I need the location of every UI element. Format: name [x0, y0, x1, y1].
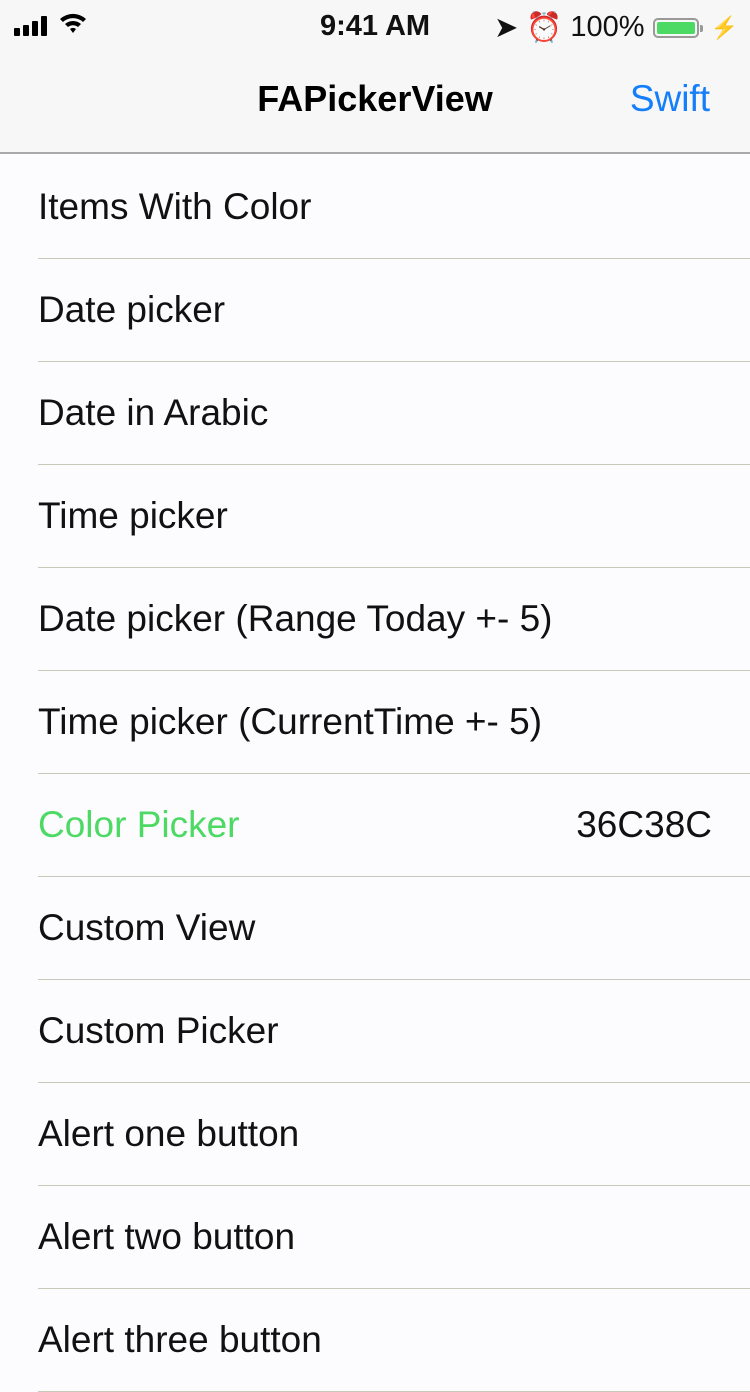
- list-item-label: Items With Color: [38, 186, 312, 227]
- list-item-label: Time picker: [38, 495, 228, 536]
- list-item-label: Alert two button: [38, 1216, 296, 1257]
- list-item[interactable]: Time picker: [38, 465, 750, 568]
- list-item[interactable]: Custom View: [38, 877, 750, 980]
- list-item[interactable]: Date picker (Range Today +- 5): [38, 568, 750, 671]
- picker-list: Items With Color Date picker Date in Arabi…: [0, 156, 750, 1392]
- list-item[interactable]: Alert one button: [38, 1083, 750, 1186]
- list-item-value: 36C38C: [576, 804, 712, 845]
- battery-percent: 100%: [570, 11, 645, 43]
- list-item[interactable]: Date in Arabic: [38, 362, 750, 465]
- list-item[interactable]: Alert two button: [38, 1186, 750, 1289]
- list-item-label: Date picker: [38, 289, 226, 330]
- battery-icon: [652, 17, 703, 38]
- location-icon: ➤: [494, 12, 519, 44]
- status-bar: 9:41 AM ➤ ⏰ 100% ⚡: [0, 0, 750, 50]
- navigation-bar: 9:41 AM ➤ ⏰ 100% ⚡ FAPickerView Swift: [0, 0, 750, 154]
- list-item[interactable]: Custom Picker: [38, 980, 750, 1083]
- list-item-label: Date in Arabic: [38, 392, 269, 433]
- list-item-label: Custom Picker: [38, 1010, 279, 1051]
- list-item-label: Date picker (Range Today +- 5): [38, 598, 553, 639]
- list-item-label: Color Picker: [38, 804, 240, 845]
- charging-icon: ⚡: [710, 14, 738, 40]
- list-item[interactable]: Date picker: [38, 259, 750, 362]
- list-item[interactable]: Color Picker 36C38C: [38, 774, 750, 877]
- alarm-icon: ⏰: [526, 11, 563, 44]
- list-item[interactable]: Alert three button: [38, 1289, 750, 1392]
- list-item-label: Custom View: [38, 907, 256, 948]
- list-item-label: Time picker (CurrentTime +- 5): [38, 701, 543, 742]
- list-item-label: Alert three button: [38, 1319, 322, 1360]
- list-item[interactable]: Items With Color: [38, 156, 750, 259]
- swift-button[interactable]: Swift: [630, 78, 710, 120]
- list-item[interactable]: Time picker (CurrentTime +- 5): [38, 671, 750, 774]
- list-item-label: Alert one button: [38, 1113, 300, 1154]
